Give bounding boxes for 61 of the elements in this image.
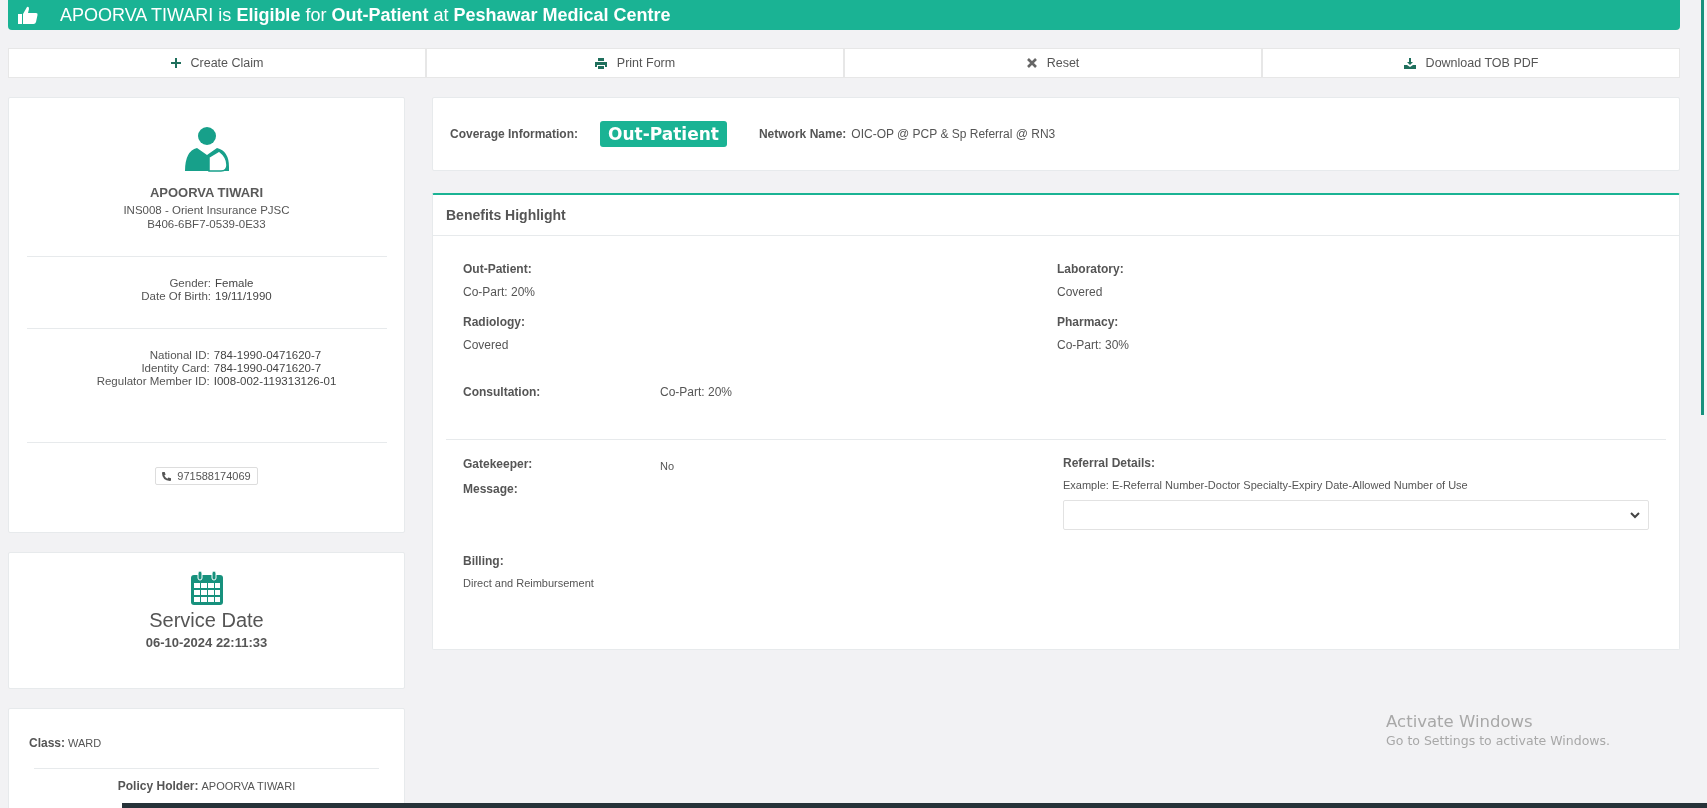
benefit-value: Co-Part: 30% [1057, 338, 1131, 352]
field-label: Gender: [168, 277, 211, 289]
activation-notice-title: Activate Windows [1386, 712, 1534, 731]
plus-icon [170, 58, 181, 68]
download-icon [1403, 57, 1416, 69]
horizontal-scrollbar[interactable] [122, 803, 1707, 808]
benefit-value: Co-Part: 20% [463, 285, 537, 299]
service-date-title: Service Date [149, 609, 264, 632]
activation-notice-text: Go to Settings to activate Windows. [1386, 733, 1610, 748]
field-label: National ID: [148, 349, 210, 361]
billing-label: Billing: [463, 554, 505, 568]
benefit-label: Radiology: [463, 315, 526, 329]
field-value: 19/11/1990 [215, 290, 272, 302]
billing-value: Direct and Reimbursement [463, 577, 595, 589]
printer-icon [594, 57, 607, 69]
eligibility-message: APOORVA TIWARI is Eligible for Out-Patient at Peshawar Medical Centre [60, 4, 671, 26]
referral-label: Referral Details: [1063, 456, 1157, 470]
chevron-down-icon [1630, 511, 1640, 519]
message-label: Message: [463, 482, 519, 496]
gatekeeper-label: Gatekeeper: [463, 457, 534, 471]
patient-icon [184, 125, 229, 173]
benefit-value: Covered [1057, 285, 1104, 299]
referral-select[interactable] [1063, 500, 1649, 530]
scrollbar-thumb[interactable] [1701, 0, 1704, 415]
action-button[interactable]: Print Form [426, 48, 844, 78]
field-value: 784-1990-0471620-7 [213, 362, 323, 374]
network-label: Network Name: [758, 127, 847, 141]
phone-icon [162, 471, 172, 481]
referral-hint: Example: E-Referral Number-Doctor Specialty-Expiry Date-Allowed Number of Use [1063, 479, 1469, 491]
action-button[interactable]: Download TOB PDF [1262, 48, 1680, 78]
field-value: I008-002-119313126-01 [213, 375, 337, 387]
benefit-value: Co-Part: 20% [660, 385, 733, 399]
field-value: WARD [68, 737, 102, 749]
card-number: B406-6BF7-0539-0E33 [147, 218, 266, 230]
thumbs-up-icon [18, 6, 38, 24]
field-value: Female [215, 277, 255, 289]
phone-number: 971588174069 [177, 470, 251, 482]
network-name: OIC-OP @ PCP & Sp Referral @ RN3 [851, 127, 1056, 141]
field-label: Identity Card: [140, 362, 210, 374]
action-button[interactable]: Create Claim [8, 48, 426, 78]
benefit-label: Laboratory: [1057, 262, 1125, 276]
field-label: Class: [29, 736, 66, 750]
member-name: APOORVA TIWARI [149, 185, 264, 200]
coverage-badge: Out-Patient [600, 121, 727, 147]
service-datetime: 06-10-2024 22:11:33 [145, 635, 268, 650]
benefit-label: Out-Patient: [463, 262, 533, 276]
calendar-icon [190, 571, 223, 605]
insurer-name: INS008 - Orient Insurance PJSC [123, 204, 290, 216]
field-label: Date Of Birth: [141, 290, 211, 302]
benefits-title: Benefits Highlight [433, 195, 1679, 236]
field-label: Regulator Member ID: [96, 375, 210, 387]
benefit-value: Covered [463, 338, 510, 352]
field-label: Policy Holder: [117, 779, 199, 793]
action-button[interactable]: Reset [844, 48, 1262, 78]
coverage-label: Coverage Information: [450, 127, 578, 141]
benefit-label: Consultation: [463, 385, 542, 399]
close-icon [1026, 58, 1037, 68]
benefit-label: Pharmacy: [1057, 315, 1120, 329]
gatekeeper-value: No [660, 460, 675, 472]
field-value: APOORVA TIWARI [201, 780, 296, 792]
field-value: 784-1990-0471620-7 [213, 349, 323, 361]
